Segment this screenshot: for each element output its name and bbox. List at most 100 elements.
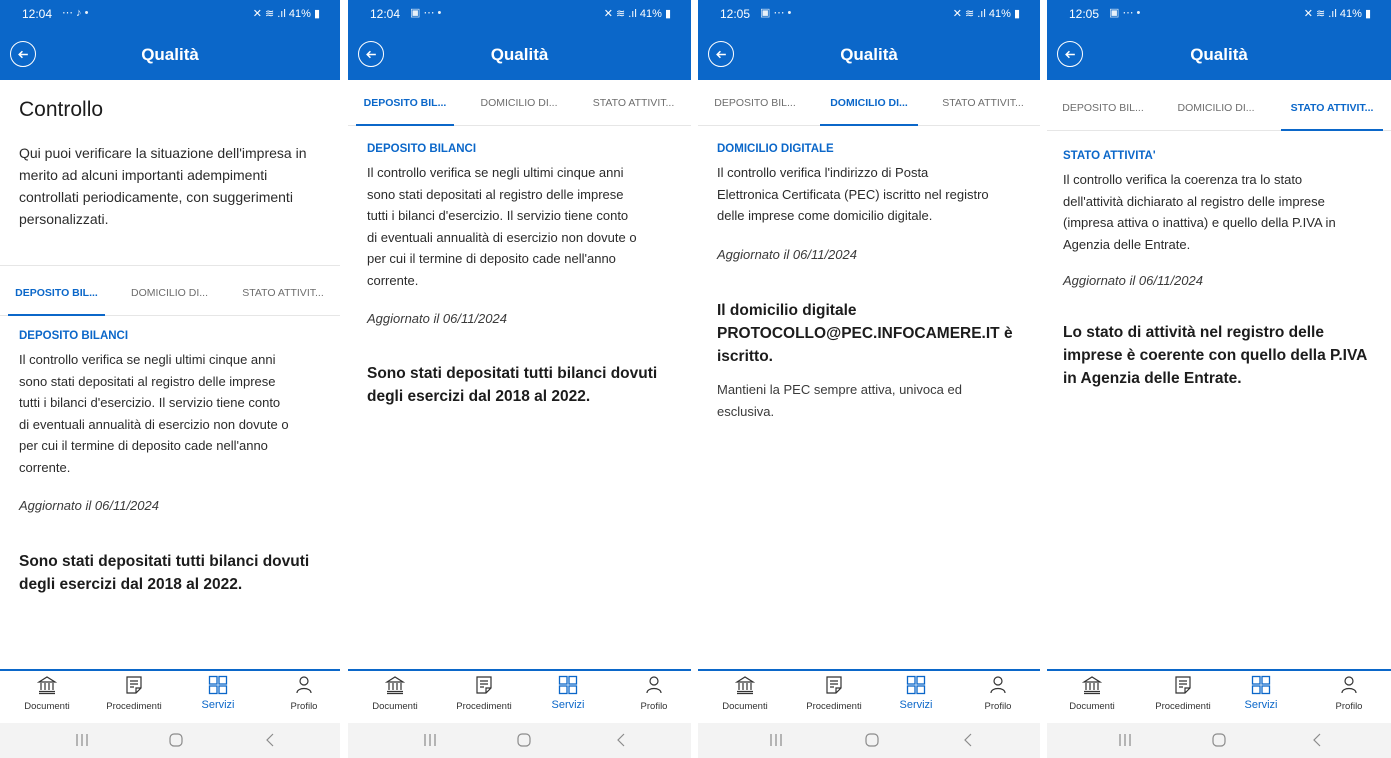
nav-profilo[interactable]: Profilo xyxy=(626,675,682,723)
section-title: DEPOSITO BILANCI xyxy=(19,330,129,342)
battery-level: 41% xyxy=(988,8,1011,20)
tab-domicilio-digitale[interactable]: DOMICILIO DI... xyxy=(812,80,926,126)
battery-level: 41% xyxy=(288,8,311,20)
note-line: esclusiva. xyxy=(717,403,775,419)
system-navigation-bar xyxy=(0,723,340,758)
page-title: Qualità xyxy=(490,45,549,64)
recent-apps-button[interactable] xyxy=(74,732,90,748)
notification-icons: ▣ ⋯ • xyxy=(1109,7,1141,19)
recent-apps-button[interactable] xyxy=(422,732,438,748)
status-time: 12:05 xyxy=(1069,7,1100,21)
nav-documenti[interactable]: Documenti xyxy=(712,675,778,723)
nav-procedimenti[interactable]: Procedimenti xyxy=(1141,675,1225,723)
nav-profilo[interactable]: Profilo xyxy=(276,675,332,723)
nav-documenti[interactable]: Documenti xyxy=(1059,675,1125,723)
note-text: Mantieni la PEC sempre attiva, univoca e… xyxy=(717,379,962,422)
section-description: Il controllo verifica la coerenza tra lo… xyxy=(1063,169,1336,255)
tab-stato-attivita[interactable]: STATO ATTIVIT... xyxy=(1273,85,1391,131)
app-header: Qualità xyxy=(1047,36,1391,80)
phone-screen-1: 12:04 ⋯ ♪ • ✕ ≋ .ıl 41% ▮ Qualità Contro… xyxy=(0,0,340,758)
section-title: STATO ATTIVITA' xyxy=(1063,150,1156,162)
battery-level: 41% xyxy=(1339,8,1362,20)
home-button[interactable] xyxy=(864,732,880,748)
recent-apps-button[interactable] xyxy=(768,732,784,748)
result-line: Sono stati depositati tutti bilanci dovu… xyxy=(19,553,310,570)
nav-label: Servizi xyxy=(201,699,235,711)
nav-label: Documenti xyxy=(24,701,70,712)
section-description: Il controllo verifica se negli ultimi ci… xyxy=(19,349,289,478)
tab-bar: DEPOSITO BIL... DOMICILIO DI... STATO AT… xyxy=(0,270,340,316)
grid-icon xyxy=(208,675,228,695)
result-line: imprese è coerente con quello della P.IV… xyxy=(1063,347,1368,364)
person-icon xyxy=(646,676,662,694)
tab-stato-attivita[interactable]: STATO ATTIVIT... xyxy=(926,80,1040,125)
status-icons: ✕ ≋ .ıl 41% ▮ xyxy=(952,8,1020,20)
grid-icon xyxy=(558,675,578,695)
recent-apps-icon xyxy=(770,734,782,746)
home-icon xyxy=(865,733,879,747)
nav-documenti[interactable]: Documenti xyxy=(14,675,80,723)
bottom-navigation: Documenti Procedimenti Servizi Profilo xyxy=(1047,669,1391,723)
description-line: di eventuali annualità di esercizio non … xyxy=(367,229,637,245)
result-line: PROTOCOLLO@PEC.INFOCAMERE.IT è xyxy=(717,325,1013,342)
nav-label: Servizi xyxy=(1244,699,1278,711)
status-bar: 12:05 ▣ ⋯ • ✕ ≋ .ıl 41% ▮ xyxy=(1047,0,1391,26)
note-line: Mantieni la PEC sempre attiva, univoca e… xyxy=(717,382,962,397)
nav-servizi[interactable]: Servizi xyxy=(1229,675,1293,723)
tab-deposito-bilanci[interactable]: DEPOSITO BIL... xyxy=(348,80,462,126)
nav-procedimenti[interactable]: Procedimenti xyxy=(92,675,176,723)
description-line: per cui il termine di deposito cade nell… xyxy=(367,251,616,266)
result-line: iscritto. xyxy=(717,348,773,365)
grid-icon xyxy=(906,675,926,695)
result-line: Lo stato di attività nel registro delle xyxy=(1063,324,1324,341)
recent-apps-icon xyxy=(1119,734,1131,746)
description-line: sono stati depositati al registro delle … xyxy=(367,186,624,202)
home-button[interactable] xyxy=(1211,732,1227,748)
system-navigation-bar xyxy=(348,723,691,758)
tab-domicilio-digitale[interactable]: DOMICILIO DI... xyxy=(462,80,576,125)
description-line: corrente. xyxy=(19,459,71,475)
tab-deposito-bilanci[interactable]: DEPOSITO BIL... xyxy=(1047,85,1159,130)
updated-date: Aggiornato il 06/11/2024 xyxy=(1063,273,1203,288)
tab-domicilio-digitale[interactable]: DOMICILIO DI... xyxy=(1159,85,1273,130)
nav-profilo[interactable]: Profilo xyxy=(970,675,1026,723)
system-navigation-bar xyxy=(698,723,1040,758)
tab-stato-attivita[interactable]: STATO ATTIVIT... xyxy=(226,270,340,315)
bottom-navigation: Documenti Procedimenti Servizi Profilo xyxy=(348,669,691,723)
nav-servizi[interactable]: Servizi xyxy=(186,675,250,723)
back-system-button[interactable] xyxy=(1309,732,1325,748)
back-system-button[interactable] xyxy=(262,732,278,748)
tab-deposito-bilanci[interactable]: DEPOSITO BIL... xyxy=(0,270,113,316)
tab-domicilio-digitale[interactable]: DOMICILIO DI... xyxy=(113,270,226,315)
page-title: Qualità xyxy=(141,45,199,64)
nav-profilo[interactable]: Profilo xyxy=(1321,675,1377,723)
back-system-button[interactable] xyxy=(960,732,976,748)
tab-bar: DEPOSITO BIL... DOMICILIO DI... STATO AT… xyxy=(698,80,1040,126)
nav-servizi[interactable]: Servizi xyxy=(536,675,600,723)
description-line: per cui il termine di deposito cade nell… xyxy=(19,438,268,453)
phone-screen-4: 12:05 ▣ ⋯ • ✕ ≋ .ıl 41% ▮ Qualità DEPOSI… xyxy=(1047,0,1391,758)
nav-procedimenti[interactable]: Procedimenti xyxy=(792,675,876,723)
home-button[interactable] xyxy=(516,732,532,748)
nav-servizi[interactable]: Servizi xyxy=(884,675,948,723)
result-text: Il domicilio digitale PROTOCOLLO@PEC.INF… xyxy=(717,299,1013,368)
bottom-navigation: Documenti Procedimenti Servizi Profilo xyxy=(0,669,340,723)
nav-label: Profilo xyxy=(984,701,1012,712)
chevron-left-icon xyxy=(617,733,625,747)
description-line: Elettronica Certificata (PEC) iscritto n… xyxy=(717,186,989,202)
description-line: dell'attività dichiarato al registro del… xyxy=(1063,193,1325,209)
status-time: 12:04 xyxy=(370,7,401,21)
updated-date: Aggiornato il 06/11/2024 xyxy=(367,311,507,326)
back-system-button[interactable] xyxy=(613,732,629,748)
tab-stato-attivita[interactable]: STATO ATTIVIT... xyxy=(576,80,691,125)
tab-deposito-bilanci[interactable]: DEPOSITO BIL... xyxy=(698,80,812,125)
nav-label: Documenti xyxy=(1069,701,1115,712)
home-button[interactable] xyxy=(168,732,184,748)
nav-procedimenti[interactable]: Procedimenti xyxy=(442,675,526,723)
recent-apps-button[interactable] xyxy=(1117,732,1133,748)
nav-label: Servizi xyxy=(551,699,585,711)
app-header: Qualità xyxy=(0,36,340,80)
nav-documenti[interactable]: Documenti xyxy=(362,675,428,723)
status-icons: ✕ ≋ .ıl 41% ▮ xyxy=(252,8,320,20)
status-bar: 12:04 ⋯ ♪ • ✕ ≋ .ıl 41% ▮ xyxy=(0,0,340,26)
